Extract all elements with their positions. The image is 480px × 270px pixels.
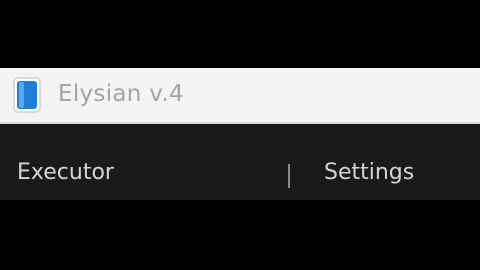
title-bar[interactable]: Elysian v.4 [0, 68, 480, 124]
app-logo-icon [13, 77, 43, 113]
screen-frame: Elysian v.4 Executor Settings [0, 0, 480, 270]
window-title: Elysian v.4 [58, 81, 184, 107]
menu-bar: Executor Settings [0, 124, 480, 200]
tab-settings[interactable]: Settings [324, 158, 414, 188]
tab-divider [288, 164, 290, 188]
tab-executor[interactable]: Executor [17, 158, 114, 188]
